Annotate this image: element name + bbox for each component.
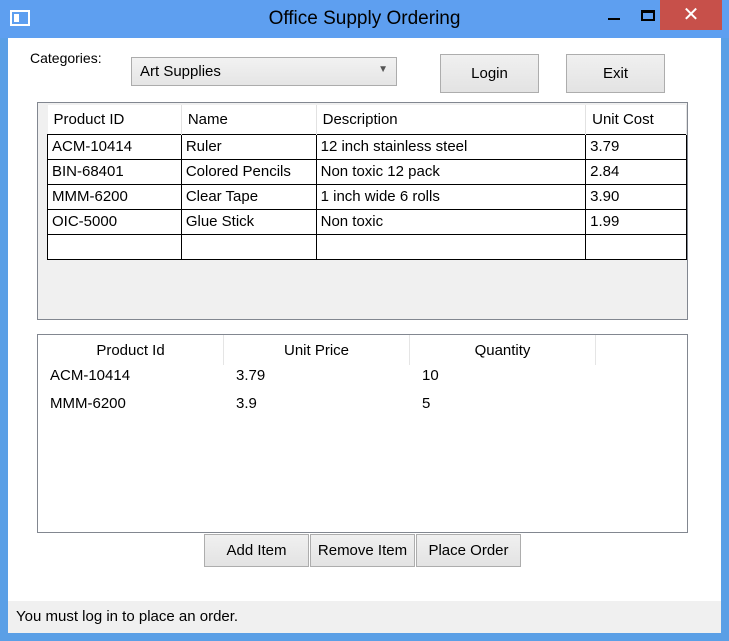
- cell-name[interactable]: Clear Tape: [180, 183, 317, 210]
- table-row[interactable]: ACM-10414 Ruler 12 inch stainless steel …: [47, 133, 687, 160]
- cell-product-id[interactable]: MMM-6200: [47, 183, 182, 210]
- column-header-unit-price[interactable]: Unit Price: [224, 335, 410, 365]
- cell-description[interactable]: Non toxic 12 pack: [315, 158, 587, 185]
- place-order-button[interactable]: Place Order: [416, 534, 521, 567]
- add-item-button[interactable]: Add Item: [204, 534, 309, 567]
- categories-label: Categories:: [30, 50, 102, 66]
- products-grid[interactable]: Product ID Name Description Unit Cost AC…: [37, 102, 688, 320]
- new-row[interactable]: [47, 233, 687, 260]
- order-header-row: Product Id Unit Price Quantity: [38, 335, 687, 365]
- table-row[interactable]: OIC-5000 Glue Stick Non toxic 1.99: [47, 208, 687, 235]
- column-header-unit-cost[interactable]: Unit Cost: [585, 105, 687, 134]
- cell-description[interactable]: 12 inch stainless steel: [315, 133, 587, 160]
- column-header-quantity[interactable]: Quantity: [410, 335, 596, 365]
- chevron-down-icon[interactable]: ▼: [378, 64, 388, 75]
- minimize-icon: [608, 18, 620, 20]
- order-product-id: MMM-6200: [50, 395, 126, 412]
- table-row[interactable]: MMM-6200 Clear Tape 1 inch wide 6 rolls …: [47, 183, 687, 210]
- cell-product-id[interactable]: BIN-68401: [47, 158, 182, 185]
- categories-selected-value: Art Supplies: [140, 63, 221, 80]
- status-bar: You must log in to place an order.: [8, 601, 721, 633]
- column-header-description[interactable]: Description: [316, 105, 587, 134]
- column-header-name[interactable]: Name: [181, 105, 317, 134]
- title-bar[interactable]: Office Supply Ordering ✕: [0, 0, 729, 38]
- cell-unit-cost[interactable]: 2.84: [585, 158, 687, 185]
- order-unit-price: 3.79: [236, 367, 266, 384]
- cell-product-id[interactable]: ACM-10414: [47, 133, 182, 160]
- close-button[interactable]: ✕: [660, 0, 722, 30]
- close-icon: ✕: [682, 4, 700, 26]
- cell-name[interactable]: Ruler: [180, 133, 317, 160]
- order-product-id: ACM-10414: [50, 367, 131, 384]
- cell-name[interactable]: Colored Pencils: [180, 158, 317, 185]
- cell-unit-cost[interactable]: 3.79: [585, 133, 687, 160]
- cell-description[interactable]: 1 inch wide 6 rolls: [315, 183, 587, 210]
- exit-button[interactable]: Exit: [566, 54, 665, 93]
- cell-unit-cost[interactable]: 1.99: [585, 208, 687, 235]
- login-button[interactable]: Login: [440, 54, 539, 93]
- cell-empty[interactable]: [315, 233, 587, 260]
- order-list[interactable]: Product Id Unit Price Quantity ACM-10414…: [37, 334, 688, 533]
- cell-empty[interactable]: [585, 233, 687, 260]
- remove-item-button[interactable]: Remove Item: [310, 534, 415, 567]
- products-header-row: Product ID Name Description Unit Cost: [47, 105, 687, 134]
- cell-product-id[interactable]: OIC-5000: [47, 208, 182, 235]
- column-header-product-id[interactable]: Product ID: [47, 105, 182, 134]
- column-header-product-id[interactable]: Product Id: [38, 335, 224, 365]
- order-quantity: 10: [422, 367, 439, 384]
- window-client-area: Categories: Art Supplies ▼ Login Exit Pr…: [8, 38, 721, 633]
- cell-name[interactable]: Glue Stick: [180, 208, 317, 235]
- order-unit-price: 3.9: [236, 395, 257, 412]
- cell-description[interactable]: Non toxic: [315, 208, 587, 235]
- cell-empty[interactable]: [47, 233, 182, 260]
- categories-combobox[interactable]: Art Supplies ▼: [131, 57, 397, 86]
- maximize-icon: [641, 9, 655, 21]
- list-item[interactable]: ACM-10414 3.79 10: [38, 367, 596, 391]
- table-row[interactable]: BIN-68401 Colored Pencils Non toxic 12 p…: [47, 158, 687, 185]
- order-quantity: 5: [422, 395, 431, 412]
- cell-unit-cost[interactable]: 3.90: [585, 183, 687, 210]
- cell-empty[interactable]: [180, 233, 317, 260]
- list-item[interactable]: MMM-6200 3.9 5: [38, 395, 596, 419]
